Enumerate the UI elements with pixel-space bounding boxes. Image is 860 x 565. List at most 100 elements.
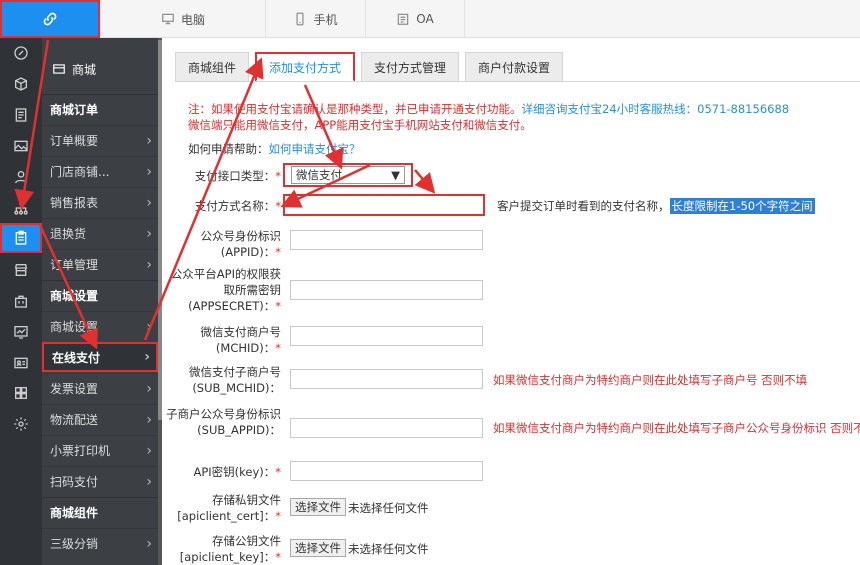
user-icon [15, 171, 27, 184]
submenu-item-label: 退换货 [50, 227, 87, 241]
rail-link[interactable] [0, 38, 42, 68]
chevron-right-icon: › [146, 380, 152, 397]
submenu-item[interactable]: 销售报表 › [42, 187, 158, 217]
tab-add-payment[interactable]: 添加支付方式 [255, 52, 356, 82]
key-no-file: 未选择任何文件 [348, 542, 429, 556]
sub-appid-input[interactable] [290, 418, 483, 438]
help-link[interactable]: 如何申请支付宝？ [269, 142, 361, 156]
bag-icon [15, 295, 27, 308]
chevron-right-icon: › [146, 163, 152, 180]
submenu-item[interactable]: 三级分销 › [42, 528, 158, 558]
tab-label: 商户付款设置 [478, 60, 551, 75]
submenu-item[interactable]: 在线支付 › [42, 342, 158, 372]
store-icon [53, 64, 65, 74]
tab-merchant-settings[interactable]: 商户付款设置 [465, 52, 564, 82]
network-icon [14, 201, 28, 215]
chevron-right-icon: › [146, 473, 152, 490]
top-tab-mobile[interactable]: 手机 [265, 0, 365, 38]
pay-type-select[interactable]: 微信支付 ▼ [283, 163, 413, 187]
submenu-scroll-thumb[interactable] [158, 40, 162, 420]
notice-wechat: 微信端只能用微信支付，APP能用支付宝手机网站支付和微信支付。 [188, 118, 532, 132]
chevron-right-icon: › [146, 256, 152, 273]
submenu-item-label: 商城订单 [50, 103, 99, 117]
notice-alipay: 注：如果使用支付宝请确认是那种类型，并已申请开通支付功能。详细咨询支付宝24小时… [188, 101, 789, 117]
tab-label: 添加支付方式 [269, 60, 342, 75]
rail-user[interactable] [0, 162, 42, 192]
help-line: 如何申请帮助：如何申请支付宝？ [188, 141, 361, 157]
appsecret-label: 公众平台API的权限获取所需密钥(APPSECRET)：* [170, 267, 281, 313]
link-icon [43, 12, 57, 26]
chevron-right-icon: › [146, 442, 152, 459]
cert-label: 存储私钥文件[apiclient_cert]：* [177, 493, 281, 523]
rail-id-card[interactable] [0, 348, 42, 378]
submenu-item[interactable]: 商城设置 › [42, 311, 158, 341]
rail-grid[interactable] [0, 378, 42, 408]
submenu-item[interactable]: 订单管理 › [42, 249, 158, 279]
appid-input[interactable] [290, 230, 483, 250]
icon-rail [0, 38, 42, 565]
submenu-item[interactable]: 发票设置 › [42, 373, 158, 403]
rail-bag[interactable] [0, 286, 42, 316]
notice-text: 注：如果使用支付宝请确认是那种类型，并已申请开通支付功能。 [188, 102, 522, 116]
tab-label: 支付方式管理 [374, 60, 447, 75]
sub-mchid-label: 微信支付子商户号(SUB_MCHID)： [189, 365, 281, 395]
rail-clipboard[interactable] [0, 223, 42, 253]
mchid-input[interactable] [290, 326, 483, 346]
sub-appid-hint: 如果微信支付商户为特约商户则在此处填写子商户公众号身份标识 否则不填 [493, 421, 860, 435]
apikey-input[interactable] [290, 461, 483, 481]
cert-file-button[interactable]: 选择文件 [290, 498, 346, 516]
submenu-item[interactable]: 扫码支付 › [42, 466, 158, 496]
pay-type-label: 支付接口类型：* [194, 169, 281, 183]
pay-name-input[interactable] [283, 194, 485, 216]
id-card-icon [14, 357, 28, 369]
appsecret-input[interactable] [290, 280, 483, 300]
sub-mchid-input[interactable] [290, 369, 483, 389]
tab-payment-manage[interactable]: 支付方式管理 [361, 52, 460, 82]
tab-store-component[interactable]: 商城组件 [175, 52, 250, 82]
sub-appid-label: 子商户公众号身份标识(SUB_APPID)： [166, 407, 281, 437]
sub-mchid-hint: 如果微信支付商户为特约商户则在此处填写子商户号 否则不填 [493, 373, 808, 387]
submenu-item[interactable]: 门店商铺... › [42, 156, 158, 186]
appid-label: 公众号身份标识(APPID)：* [200, 229, 282, 259]
rail-chart[interactable] [0, 317, 42, 347]
submenu-item[interactable]: 小票打印机 › [42, 435, 158, 465]
submenu-item-label: 小票打印机 [50, 444, 111, 458]
top-tab-oa[interactable]: OA [365, 0, 465, 38]
top-bar: 电脑 手机 OA [0, 0, 860, 38]
chart-icon [14, 326, 28, 339]
top-tab-label: OA [416, 12, 434, 26]
submenu-item-label: 三级分销 [50, 537, 99, 551]
submenu-item-label: 门店商铺... [50, 165, 110, 179]
cert-no-file: 未选择任何文件 [348, 501, 429, 515]
phone-icon [296, 12, 304, 26]
chevron-right-icon: › [146, 318, 152, 335]
rail-store[interactable] [0, 255, 42, 285]
submenu-store-title[interactable]: 商城 [42, 54, 158, 84]
top-tab-pc[interactable]: 电脑 [100, 0, 265, 38]
tab-label: 商城组件 [188, 60, 237, 75]
pay-name-hint: 客户提交订单时看到的支付名称， 长度限制在1-50个字符之间 [497, 198, 815, 214]
app-logo[interactable] [0, 0, 100, 38]
help-prefix: 如何申请帮助： [188, 142, 269, 156]
main-panel: 商城组件 添加支付方式 支付方式管理 商户付款设置 注：如果使用支付宝请确认是那… [163, 38, 860, 565]
rail-cube[interactable] [0, 69, 42, 99]
submenu-item-label: 在线支付 [52, 350, 101, 365]
submenu-store-label: 商城 [72, 62, 97, 77]
image-icon [14, 140, 28, 152]
apikey-label: API密钥(key)：* [193, 465, 281, 479]
rail-image[interactable] [0, 131, 42, 161]
document-icon [15, 108, 27, 122]
submenu-item-label: 商城设置 [50, 320, 99, 334]
submenu-item[interactable]: 物流配送 › [42, 404, 158, 434]
chevron-right-icon: › [144, 349, 150, 365]
submenu-item-label: 发票设置 [50, 382, 99, 396]
chevron-right-icon: › [146, 225, 152, 242]
submenu-item[interactable]: 退换货 › [42, 218, 158, 248]
rail-document[interactable] [0, 100, 42, 130]
clipboard-icon [15, 230, 27, 245]
rail-gear[interactable] [0, 409, 42, 439]
submenu-section-heading: 商城订单 [42, 94, 158, 124]
submenu-item[interactable]: 订单概要 › [42, 125, 158, 155]
rail-network[interactable] [0, 193, 42, 223]
key-file-button[interactable]: 选择文件 [290, 539, 346, 557]
